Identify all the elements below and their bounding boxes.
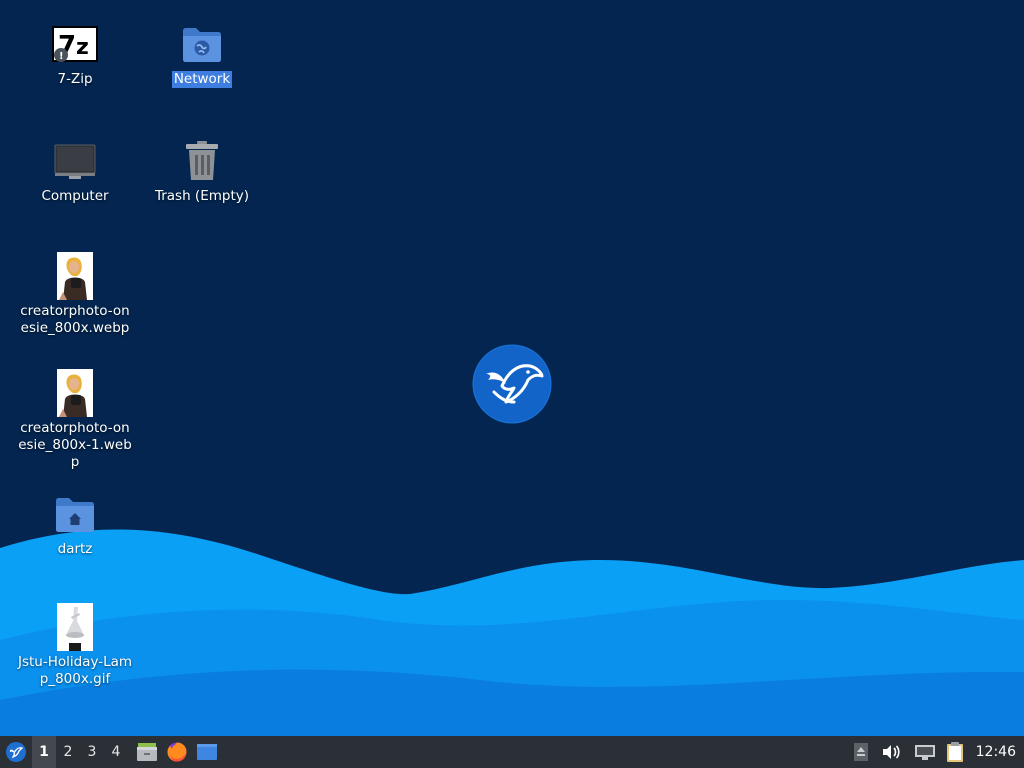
taskbar: 1 2 3 4 12:46 [0,736,1024,768]
desktop-icon-label: Jstu-Holiday-Lamp_800x.gif [17,654,133,687]
desktop-icon-label: Computer [41,188,109,204]
desktop-wallpaper [0,0,1024,736]
desktop-icon-7zip[interactable]: 7 z ! 7-Zip [15,20,135,88]
workspace-2-button[interactable]: 2 [56,736,80,768]
desktop-icon-label: 7-Zip [57,71,93,87]
desktop-icon-trash[interactable]: Trash (Empty) [142,137,262,205]
desktop-icon-label: Network [171,71,233,88]
desktop-icon-lamp-gif[interactable]: Jstu-Holiday-Lamp_800x.gif [15,603,135,688]
eject-icon [853,743,868,761]
wired-network-icon [914,745,935,760]
computer-monitor-icon [51,137,99,185]
desktop-icon-photo-2[interactable]: creatorphoto-onesie_800x-1.webp [15,369,135,471]
desktop-icon-label: Trash (Empty) [154,188,250,204]
desktop-icon-photo-1[interactable]: creatorphoto-onesie_800x.webp [15,252,135,337]
file-cabinet-icon [137,743,157,761]
clipboard-button[interactable] [940,736,970,768]
window-icon [197,744,217,760]
network-folder-icon [178,20,226,68]
volume-button[interactable] [876,736,906,768]
svg-text:!: ! [59,51,64,62]
svg-text:z: z [76,35,89,60]
firefox-launcher[interactable] [162,736,192,768]
desktop-icon-label: creatorphoto-onesie_800x.webp [20,303,130,336]
image-thumbnail-icon [51,603,99,651]
sevenzip-icon: 7 z ! [51,20,99,68]
workspace-3-button[interactable]: 3 [80,736,104,768]
desktop-icon-label: creatorphoto-onesie_800x-1.webp [18,420,132,470]
workspace-1-button[interactable]: 1 [32,736,56,768]
desktop-icon-home-folder[interactable]: dartz [15,490,135,558]
tray-show-hidden-button[interactable] [846,736,876,768]
network-status-button[interactable] [910,736,940,768]
clock[interactable]: 12:46 [970,736,1024,768]
image-thumbnail-icon [51,369,99,417]
speaker-icon [882,745,900,759]
desktop-icon-computer[interactable]: Computer [15,137,135,205]
firefox-icon [167,742,187,762]
distro-bird-logo [472,344,552,424]
file-manager-launcher[interactable] [132,736,162,768]
desktop-icon-network[interactable]: Network [142,20,262,88]
image-thumbnail-icon [51,252,99,300]
window-button[interactable] [192,736,222,768]
trash-icon [178,137,226,185]
distro-logo-icon [6,742,26,762]
start-menu-button[interactable] [0,736,32,768]
clipboard-icon [946,742,963,762]
desktop-icon-label: dartz [57,541,93,557]
home-folder-icon [51,490,99,538]
workspace-4-button[interactable]: 4 [104,736,128,768]
